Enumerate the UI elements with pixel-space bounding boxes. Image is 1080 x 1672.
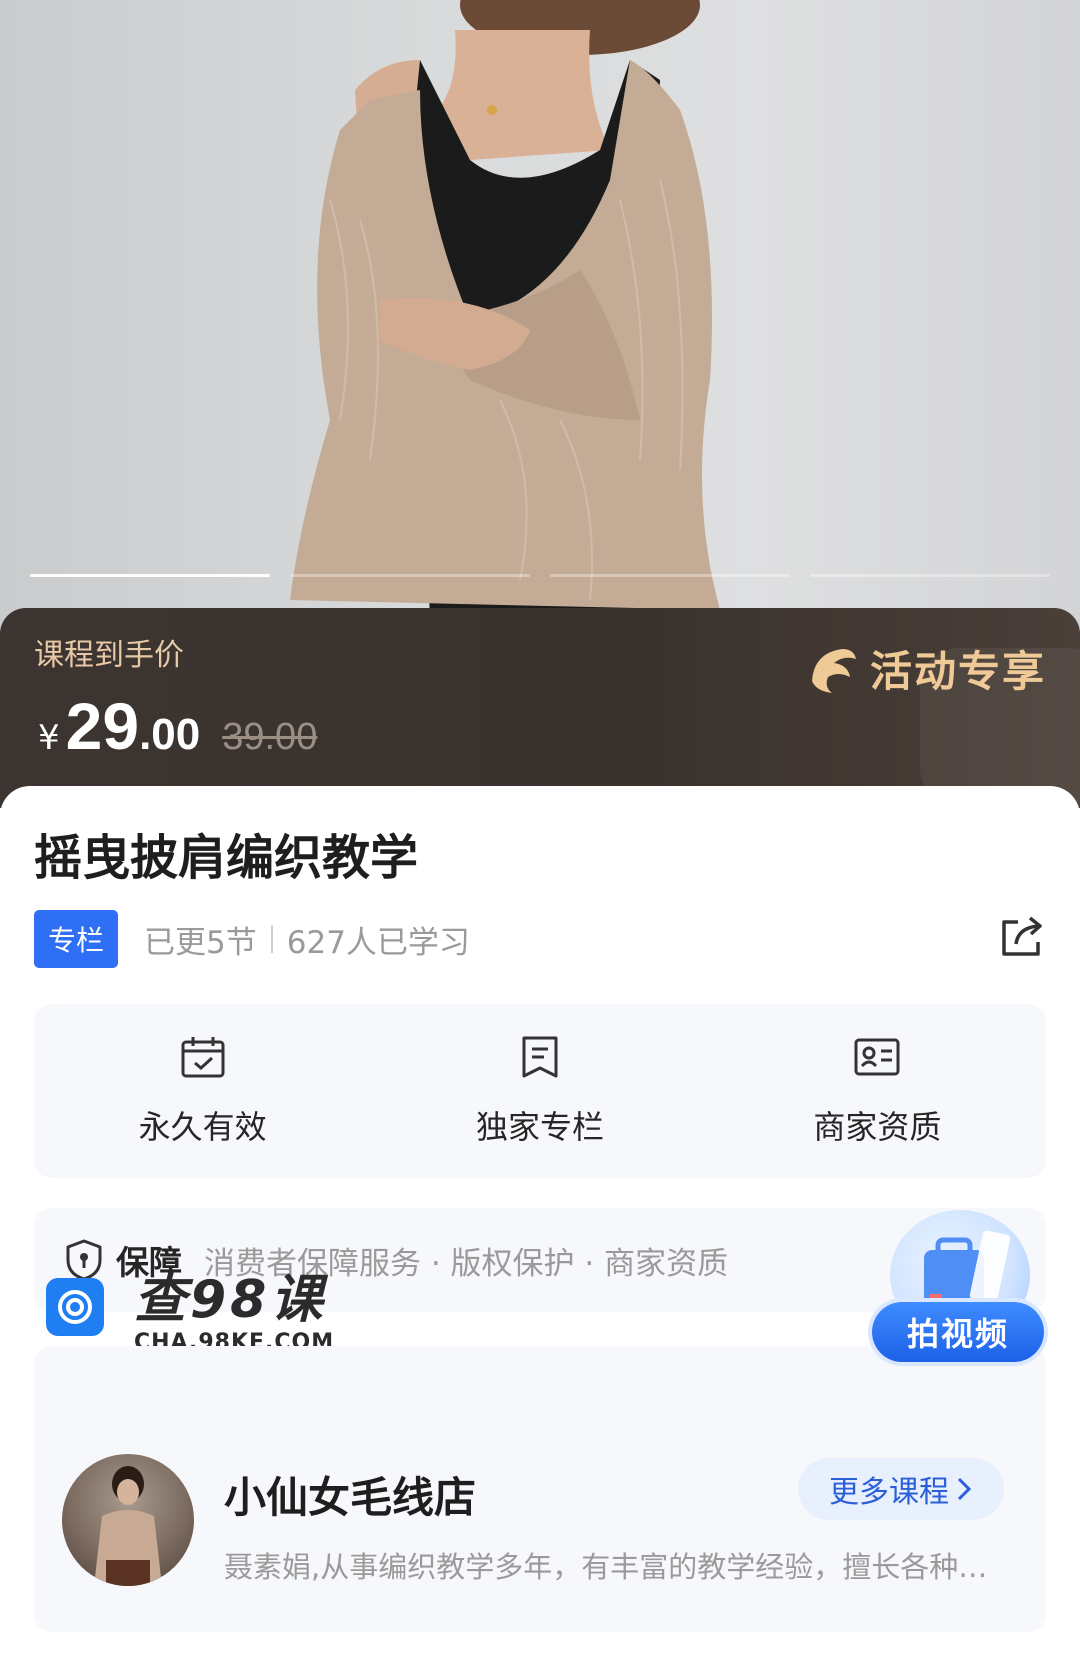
- currency-symbol: ¥: [38, 718, 60, 758]
- promo-badge: 活动专享: [804, 638, 1046, 699]
- carousel-progress: [30, 574, 1050, 578]
- calendar-check-icon: [181, 1037, 225, 1078]
- price-integer: 29: [65, 689, 140, 763]
- dolphin-logo-icon: [811, 648, 856, 693]
- learner-count: 627人已学习: [286, 924, 470, 961]
- feature-label: 独家专栏: [475, 1108, 604, 1146]
- price-row: ¥ 29 .00 39.00: [38, 688, 317, 764]
- price-label: 课程到手价: [34, 639, 184, 672]
- shop-description: 聂素娟,从事编织教学多年，有丰富的教学经验，擅长各种编织技法的教学: [224, 1550, 1004, 1584]
- price-decimal: .00: [139, 710, 201, 759]
- bookmark-doc-icon: [522, 1036, 558, 1078]
- course-cover-image[interactable]: [0, 0, 1080, 640]
- updated-count: 已更5节: [144, 924, 257, 961]
- original-price: 39.00: [222, 716, 318, 758]
- share-icon[interactable]: [998, 912, 1048, 960]
- carousel-segment: [290, 574, 530, 577]
- carousel-segment: [810, 574, 1050, 577]
- carousel-segment: [30, 574, 270, 577]
- meta-divider: [270, 925, 273, 953]
- price-band: 课程到手价 ¥ 29 .00 39.00 活动专享: [0, 608, 1080, 808]
- shop-card[interactable]: 小仙女毛线店 更多课程 聂素娟,从事编织教学多年，有丰富的教学经验，擅长各种编织…: [34, 1346, 1046, 1632]
- shoot-video-label: 拍视频: [872, 1302, 1044, 1362]
- cover-photo-illustration: [290, 0, 720, 620]
- carousel-segment: [550, 574, 790, 577]
- feature-label: 商家资质: [813, 1108, 942, 1146]
- feature-panel: 永久有效 独家专栏 商家资质: [34, 1004, 1046, 1178]
- watermark: 查98课 CHA.98KE.COM: [46, 1270, 334, 1355]
- feature-permanent[interactable]: 永久有效: [34, 1004, 371, 1178]
- shoot-video-button[interactable]: 拍视频: [872, 1210, 1052, 1370]
- more-courses-button[interactable]: 更多课程: [798, 1458, 1004, 1520]
- feature-label: 永久有效: [138, 1108, 267, 1146]
- course-meta: 专栏 已更5节 627人已学习: [34, 910, 470, 968]
- chevron-right-icon: [957, 1477, 972, 1501]
- id-card-icon: [854, 1038, 900, 1076]
- shop-name: 小仙女毛线店: [224, 1473, 477, 1522]
- shop-avatar[interactable]: [62, 1454, 194, 1586]
- course-title: 摇曳披肩编织教学: [34, 830, 419, 886]
- watermark-text: 查98课: [134, 1270, 327, 1330]
- watermark-logo-icon: [46, 1278, 104, 1336]
- promo-text: 活动专享: [869, 647, 1046, 696]
- column-tag: 专栏: [34, 910, 119, 968]
- more-courses-label: 更多课程: [829, 1475, 949, 1510]
- feature-exclusive[interactable]: 独家专栏: [371, 1004, 708, 1178]
- feature-qualification[interactable]: 商家资质: [709, 1004, 1046, 1178]
